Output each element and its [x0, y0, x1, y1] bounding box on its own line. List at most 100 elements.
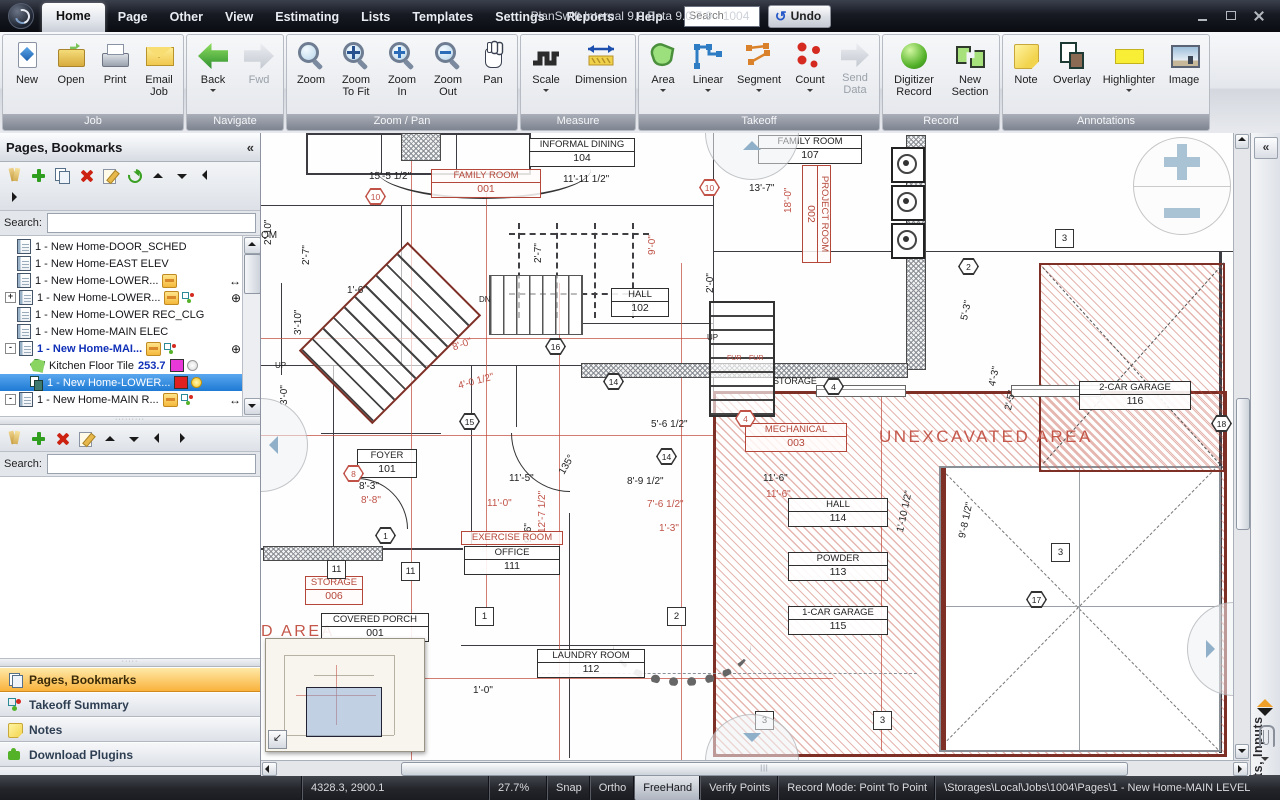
blueprint-canvas[interactable]: INFORMAL DINING104FAMILY ROOM001FAMILY R…	[261, 133, 1233, 760]
undo-button[interactable]: ↺ Undo	[768, 5, 831, 28]
move-left-icon[interactable]	[148, 429, 169, 448]
zoom-to-fit-button[interactable]: Zoom To Fit	[333, 36, 379, 113]
vertical-scroll-thumb[interactable]	[1236, 398, 1250, 530]
scroll-up-button[interactable]	[244, 237, 260, 254]
app-logo-icon[interactable]	[8, 3, 34, 29]
tab-estimating[interactable]: Estimating	[264, 4, 350, 32]
zoom-button[interactable]: Zoom	[289, 36, 333, 113]
chevron-down-icon[interactable]	[1261, 757, 1269, 765]
tab-templates[interactable]: Templates	[401, 4, 484, 32]
collapse-panel-icon[interactable]: «	[247, 140, 254, 155]
bookmarks-list[interactable]	[0, 477, 260, 659]
tree-item[interactable]: Kitchen Floor Tile253.7	[0, 357, 243, 374]
sidebar-nav-notes[interactable]: Notes	[0, 717, 260, 742]
tree-expander-icon[interactable]: -	[5, 394, 16, 405]
nav-diamond-icon[interactable]	[1257, 697, 1273, 717]
tab-settings[interactable]: Settings	[484, 4, 555, 32]
snap-toggle[interactable]: Snap	[547, 775, 590, 800]
refresh-icon[interactable]	[124, 166, 145, 185]
tab-view[interactable]: View	[214, 4, 264, 32]
tree-item[interactable]: 1 - New Home-EAST ELEV	[0, 255, 243, 272]
count-takeoff-button[interactable]: Count	[787, 36, 833, 113]
tab-home[interactable]: Home	[42, 3, 105, 32]
pan-button[interactable]: Pan	[471, 36, 515, 113]
tree-item[interactable]: +1 - New Home-LOWER...⊕	[0, 289, 243, 306]
digitizer-record-button[interactable]: Digitizer Record	[885, 36, 943, 113]
scroll-down-button[interactable]	[1235, 744, 1249, 759]
new-button[interactable]: New	[5, 36, 49, 113]
zoom-out-button[interactable]: Zoom Out	[425, 36, 471, 113]
scroll-down-button[interactable]	[244, 398, 260, 415]
scroll-right-button[interactable]	[1233, 762, 1248, 776]
tree-item[interactable]: 1 - New Home-DOOR_SCHED	[0, 238, 243, 255]
scale-button[interactable]: Scale	[523, 36, 569, 113]
horizontal-scrollbar[interactable]: |||	[261, 760, 1249, 776]
print-button[interactable]: Print	[93, 36, 137, 113]
scroll-up-button[interactable]	[1235, 134, 1249, 149]
dimension-button[interactable]: Dimension	[569, 36, 633, 113]
delete-bookmark-icon[interactable]	[52, 429, 73, 448]
move-up-icon[interactable]	[148, 166, 169, 185]
minimize-button[interactable]	[1196, 10, 1210, 22]
tree-scrollbar[interactable]	[242, 236, 260, 416]
ortho-toggle[interactable]: Ortho	[590, 775, 635, 800]
visibility-bulb-icon[interactable]	[187, 360, 198, 371]
image-button[interactable]: Image	[1161, 36, 1207, 113]
freehand-toggle[interactable]: FreeHand	[634, 775, 700, 800]
restore-button[interactable]	[1224, 10, 1238, 22]
pages-search-input[interactable]	[47, 213, 256, 233]
move-left-icon[interactable]	[196, 166, 217, 185]
tree-item[interactable]: 1 - New Home-LOWER REC_CLG	[0, 306, 243, 323]
thumbnail-viewport[interactable]	[306, 687, 382, 737]
page-properties-icon[interactable]	[100, 166, 121, 185]
delete-page-icon[interactable]	[76, 166, 97, 185]
new-section-button[interactable]: New Section	[943, 36, 997, 113]
pan-left-overlay[interactable]	[261, 398, 308, 492]
thumbnail-corner-button[interactable]: ↙	[268, 730, 287, 749]
panel-splitter[interactable]: ·····	[0, 659, 260, 667]
move-right-icon[interactable]	[172, 429, 193, 448]
overlay-button[interactable]: Overlay	[1047, 36, 1097, 113]
tab-other[interactable]: Other	[159, 4, 214, 32]
move-up-icon[interactable]	[100, 429, 121, 448]
tab-lists[interactable]: Lists	[350, 4, 401, 32]
highlighter-button[interactable]: Highlighter	[1097, 36, 1161, 113]
tree-scroll-thumb[interactable]	[244, 254, 260, 294]
zoom-widget-plus-button[interactable]	[1164, 147, 1200, 177]
tree-item[interactable]: 1 - New Home-MAIN ELEC	[0, 323, 243, 340]
visibility-bulb-icon[interactable]	[191, 377, 202, 388]
tree-item[interactable]: 1 - New Home-LOWER...↔	[0, 272, 243, 289]
email-job-button[interactable]: Email Job	[137, 36, 181, 113]
menu-search-input[interactable]	[684, 6, 760, 27]
tree-item[interactable]: -1 - New Home-MAI...⊕	[0, 340, 243, 357]
tab-reports[interactable]: Reports	[556, 4, 625, 32]
move-down-icon[interactable]	[172, 166, 193, 185]
sidebar-nav-pages-bookmarks[interactable]: Pages, Bookmarks	[0, 667, 260, 692]
tree-item[interactable]: -1 - New Home-MAIN R...↔	[0, 391, 243, 408]
segment-takeoff-button[interactable]: Segment	[731, 36, 787, 113]
tree-expander-icon[interactable]: -	[5, 343, 16, 354]
sidebar-nav-takeoff-summary[interactable]: Takeoff Summary	[0, 692, 260, 717]
right-panel-strip[interactable]: « Templates, Parts, Inputs	[1250, 133, 1280, 775]
sidebar-nav-download-plugins[interactable]: Download Plugins	[0, 742, 260, 767]
tree-item[interactable]: 1 - New Home-LOWER...	[0, 374, 243, 391]
expand-more-icon[interactable]	[4, 188, 25, 207]
send-data-button[interactable]: Send Data	[833, 36, 877, 113]
back-button[interactable]: Back	[189, 36, 237, 113]
horizontal-scroll-thumb[interactable]: |||	[401, 762, 1128, 776]
pan-up-overlay[interactable]	[705, 133, 799, 180]
add-bookmark-icon[interactable]	[28, 429, 49, 448]
bookmark-icon[interactable]	[4, 166, 25, 185]
bookmark-icon[interactable]	[4, 429, 25, 448]
area-takeoff-button[interactable]: Area	[641, 36, 685, 113]
overview-thumbnail[interactable]: ↙	[265, 638, 425, 752]
paperclip-icon[interactable]	[1259, 725, 1275, 747]
scroll-left-button[interactable]	[262, 762, 277, 776]
zoom-widget-minus-button[interactable]	[1164, 208, 1200, 218]
forward-button[interactable]: Fwd	[237, 36, 281, 113]
tab-help[interactable]: Help	[625, 4, 674, 32]
vertical-scrollbar[interactable]	[1233, 133, 1250, 760]
verify-points-toggle[interactable]: Verify Points	[700, 775, 778, 800]
tree-expander-icon[interactable]: +	[5, 292, 16, 303]
add-page-icon[interactable]	[28, 166, 49, 185]
